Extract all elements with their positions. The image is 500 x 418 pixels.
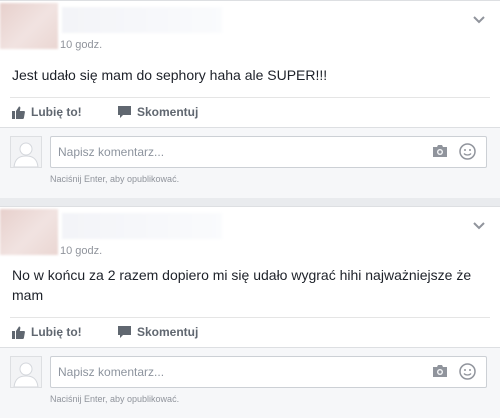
post-card: 10 godz. No w końcu za 2 razem dopiero m… xyxy=(0,206,500,418)
comment-section: Napisz komentarz... Naciśnij Enter, aby … xyxy=(0,127,500,198)
post-text: Jest udało się mam do sephory haha ale S… xyxy=(12,67,328,83)
comment-label: Skomentuj xyxy=(137,325,199,339)
like-button[interactable]: Lubię to! xyxy=(12,325,82,339)
comment-button[interactable]: Skomentuj xyxy=(118,325,198,339)
post-timestamp[interactable]: 10 godz. xyxy=(60,39,102,51)
comment-section: Napisz komentarz... Naciśnij Enter, aby … xyxy=(0,347,500,418)
thumbs-up-icon xyxy=(12,106,25,119)
like-button[interactable]: Lubię to! xyxy=(12,105,82,119)
author-avatar-blurred[interactable] xyxy=(0,3,58,49)
divider xyxy=(10,97,490,98)
author-name-blurred[interactable] xyxy=(62,7,222,33)
default-avatar-icon xyxy=(10,136,42,168)
comment-placeholder: Napisz komentarz... xyxy=(58,365,165,379)
smiley-icon[interactable] xyxy=(459,143,476,160)
chevron-down-icon[interactable] xyxy=(472,221,486,231)
comment-placeholder: Napisz komentarz... xyxy=(58,145,165,159)
comment-button[interactable]: Skomentuj xyxy=(118,105,198,119)
publish-hint: Naciśnij Enter, aby opublikować. xyxy=(50,174,180,184)
comment-input[interactable]: Napisz komentarz... xyxy=(50,356,487,388)
speech-bubble-icon xyxy=(118,325,131,338)
camera-icon[interactable] xyxy=(432,144,448,158)
author-name-blurred[interactable] xyxy=(62,213,222,239)
post-card: 10 godz. Jest udało się mam do sephory h… xyxy=(0,0,500,198)
default-avatar-icon xyxy=(10,356,42,388)
comment-label: Skomentuj xyxy=(137,105,199,119)
author-avatar-blurred[interactable] xyxy=(0,209,58,255)
chevron-down-icon[interactable] xyxy=(472,15,486,25)
smiley-icon[interactable] xyxy=(459,363,476,380)
like-label: Lubię to! xyxy=(31,325,82,339)
post-text: No w końcu za 2 razem dopiero mi się uda… xyxy=(12,267,472,303)
publish-hint: Naciśnij Enter, aby opublikować. xyxy=(50,394,180,404)
camera-icon[interactable] xyxy=(432,364,448,378)
post-timestamp[interactable]: 10 godz. xyxy=(60,245,102,257)
speech-bubble-icon xyxy=(118,105,131,118)
like-label: Lubię to! xyxy=(31,105,82,119)
divider xyxy=(10,317,490,318)
thumbs-up-icon xyxy=(12,326,25,339)
comment-input[interactable]: Napisz komentarz... xyxy=(50,136,487,168)
